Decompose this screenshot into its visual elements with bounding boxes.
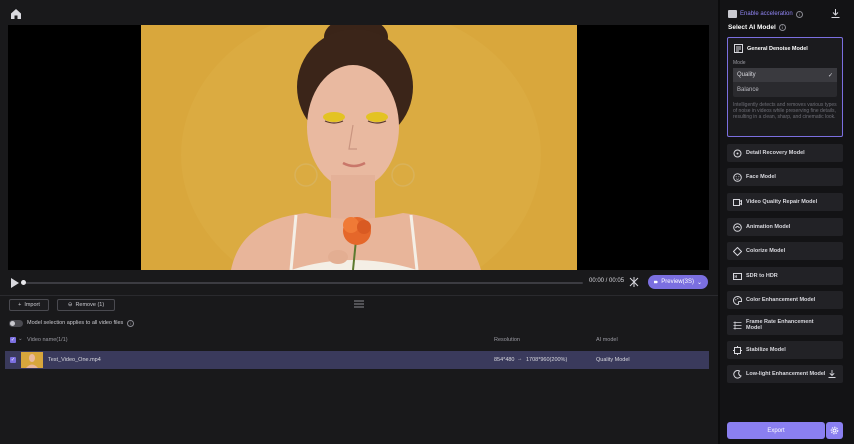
video-frame bbox=[141, 25, 577, 270]
export-button[interactable]: Export bbox=[727, 422, 825, 439]
table-header: ✓ ⌄ Video name(1/1) Resolution AI model bbox=[5, 333, 709, 347]
model-card-video-quality-repair[interactable]: Video Quality Repair Model bbox=[727, 193, 843, 211]
model-card-low-light[interactable]: Low-light Enhancement Model bbox=[727, 365, 843, 383]
row-ai-model: Quality Model bbox=[596, 357, 630, 363]
resolution-source: 854*480 bbox=[494, 357, 515, 363]
remove-button[interactable]: ⊖ Remove (1) bbox=[57, 299, 115, 311]
plus-icon: + bbox=[18, 302, 22, 308]
preview-button[interactable]: Preview(3S) ⌄ bbox=[648, 275, 708, 289]
table-row[interactable]: ✓ Test_Video_One.mp4 854*480 → 1708*960(… bbox=[5, 351, 709, 369]
checkmark-icon: ✓ bbox=[827, 72, 833, 79]
portrait-image bbox=[141, 25, 577, 270]
remove-label: Remove (1) bbox=[75, 302, 105, 308]
mode-label: Mode bbox=[733, 60, 746, 66]
column-video-name[interactable]: Video name(1/1) bbox=[27, 337, 68, 343]
export-settings-button[interactable] bbox=[826, 422, 843, 439]
preview-label: Preview(3S) bbox=[661, 279, 694, 285]
mode-option-label: Balance bbox=[737, 87, 759, 93]
model-label: SDR to HDR bbox=[746, 273, 778, 279]
model-label: Low-light Enhancement Model bbox=[746, 371, 826, 377]
model-card-title: General Denoise Model bbox=[747, 45, 808, 52]
model-card-animation[interactable]: Animation Model bbox=[727, 218, 843, 236]
apply-all-label: Model selection applies to all video fil… bbox=[27, 320, 124, 326]
select-model-heading: Select AI Model i bbox=[728, 24, 786, 31]
mode-option-balance[interactable]: Balance bbox=[733, 83, 837, 97]
model-card-color-enhancement[interactable]: Color Enhancement Model bbox=[727, 291, 843, 309]
model-label: Color Enhancement Model bbox=[746, 297, 816, 303]
import-button[interactable]: + Import bbox=[9, 299, 49, 311]
apply-all-toggle[interactable] bbox=[9, 319, 23, 327]
resolution-target: 1708*960(200%) bbox=[526, 357, 568, 363]
model-card-face[interactable]: Face Model bbox=[727, 168, 843, 186]
info-icon[interactable]: i bbox=[795, 10, 803, 18]
info-icon[interactable]: i bbox=[127, 319, 135, 327]
import-label: Import bbox=[24, 302, 40, 308]
app-window: 00:00 / 00:05 Preview(3S) ⌄ + Import ⊖ R… bbox=[0, 0, 854, 444]
download-icon[interactable] bbox=[831, 9, 840, 18]
animation-icon bbox=[733, 222, 742, 232]
seek-bar[interactable] bbox=[23, 282, 583, 284]
acceleration-label[interactable]: Enable acceleration bbox=[740, 11, 793, 17]
mode-selector: Quality ✓ Balance bbox=[733, 68, 837, 97]
video-preview bbox=[8, 25, 709, 270]
minus-circle-icon: ⊖ bbox=[67, 302, 73, 308]
column-resolution: Resolution bbox=[494, 337, 520, 343]
frame-rate-icon bbox=[733, 321, 742, 329]
apply-all-option: Model selection applies to all video fil… bbox=[9, 318, 135, 328]
info-icon[interactable]: i bbox=[778, 24, 786, 31]
detail-icon bbox=[733, 149, 742, 157]
select-model-title: Select AI Model bbox=[728, 24, 776, 31]
model-card-colorize[interactable]: Colorize Model bbox=[727, 242, 843, 260]
video-filename: Test_Video_One.mp4 bbox=[48, 357, 101, 363]
lowlight-icon bbox=[733, 369, 742, 379]
collapse-handle-icon[interactable] bbox=[354, 300, 364, 308]
repair-icon bbox=[733, 198, 742, 206]
model-label: Video Quality Repair Model bbox=[746, 199, 818, 205]
home-icon[interactable] bbox=[10, 8, 22, 20]
model-label: Stabilize Model bbox=[746, 347, 786, 353]
seek-handle[interactable] bbox=[21, 280, 26, 285]
model-label: Face Model bbox=[746, 174, 776, 180]
video-thumbnail bbox=[21, 352, 43, 368]
palette-icon bbox=[733, 295, 742, 305]
model-card-stabilize[interactable]: Stabilize Model bbox=[727, 341, 843, 359]
model-card-detail-recovery[interactable]: Detail Recovery Model bbox=[727, 144, 843, 162]
model-label: Animation Model bbox=[746, 224, 791, 230]
hdr-icon bbox=[733, 272, 742, 280]
model-label: Detail Recovery Model bbox=[746, 150, 805, 156]
mode-option-label: Quality bbox=[737, 72, 756, 78]
row-checkbox[interactable]: ✓ bbox=[10, 357, 16, 363]
model-card-sdr-to-hdr[interactable]: SDR to HDR bbox=[727, 267, 843, 285]
chevron-down-icon[interactable]: ⌄ bbox=[697, 279, 702, 286]
player-controls: 00:00 / 00:05 Preview(3S) ⌄ bbox=[8, 274, 709, 292]
model-label: Frame Rate Enhancement Model bbox=[746, 319, 814, 331]
export-label: Export bbox=[767, 427, 785, 434]
play-icon[interactable] bbox=[10, 277, 20, 289]
stabilize-icon bbox=[733, 345, 742, 355]
workspace-pane: 00:00 / 00:05 Preview(3S) ⌄ + Import ⊖ R… bbox=[0, 0, 718, 444]
model-card-header: General Denoise Model bbox=[734, 44, 808, 53]
model-description: Intelligently detects and removes variou… bbox=[733, 102, 837, 120]
colorize-icon bbox=[733, 246, 742, 256]
download-icon[interactable] bbox=[828, 370, 836, 378]
acceleration-toggle[interactable]: Enable acceleration i bbox=[728, 9, 803, 19]
camera-icon bbox=[654, 280, 659, 284]
model-label: Colorize Model bbox=[746, 248, 786, 254]
time-readout: 00:00 / 00:05 bbox=[589, 278, 625, 284]
gear-icon bbox=[830, 426, 839, 435]
model-card-frame-rate[interactable]: Frame Rate Enhancement Model bbox=[727, 315, 843, 335]
file-toolbar: + Import ⊖ Remove (1) bbox=[0, 296, 718, 313]
compare-split-icon[interactable] bbox=[629, 277, 639, 287]
column-ai-model: AI model bbox=[596, 337, 618, 343]
chip-icon bbox=[728, 10, 737, 18]
model-card-general-denoise[interactable]: General Denoise Model Mode Quality ✓ Bal… bbox=[727, 37, 843, 137]
denoise-icon bbox=[734, 44, 743, 53]
model-panel: Enable acceleration i Select AI Model i … bbox=[720, 0, 854, 444]
arrow-right-icon: → bbox=[517, 356, 523, 362]
chevron-down-icon[interactable]: ⌄ bbox=[18, 336, 23, 342]
select-all-checkbox[interactable]: ✓ bbox=[10, 337, 16, 343]
mode-option-quality[interactable]: Quality ✓ bbox=[733, 68, 837, 82]
face-icon bbox=[733, 172, 742, 182]
